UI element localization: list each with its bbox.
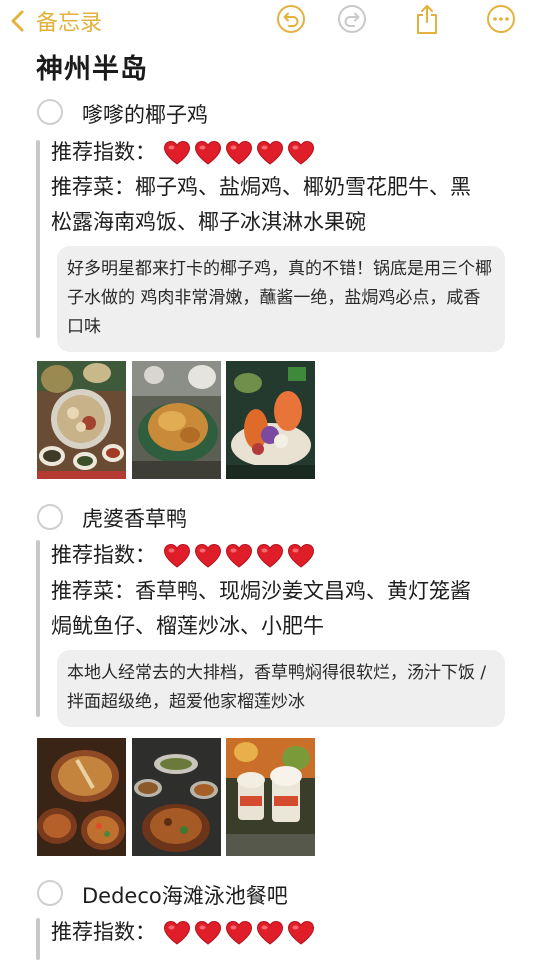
- redo-icon: [338, 5, 366, 33]
- heart-icon: [256, 920, 283, 945]
- dish-line: 推荐菜：香草鸭、现焗沙姜文昌鸡、黄灯笼酱: [51, 579, 471, 603]
- rating-row[interactable]: 推荐指数：: [51, 538, 315, 573]
- checkbox[interactable]: [37, 504, 63, 530]
- food-photo[interactable]: [226, 738, 315, 856]
- more-button[interactable]: [485, 3, 517, 35]
- heart-icon: [194, 140, 221, 165]
- rating-row[interactable]: 推荐指数：: [51, 915, 315, 950]
- share-icon: [417, 5, 437, 34]
- restaurant-name[interactable]: 虎婆香草鸭: [82, 503, 187, 533]
- food-photo[interactable]: [132, 738, 221, 856]
- coconut-ice-cream-bowl-image: [226, 361, 315, 479]
- checkbox[interactable]: [37, 99, 63, 125]
- quote-bar: [36, 918, 40, 960]
- rating-hearts: [163, 543, 315, 569]
- undo-icon: [277, 5, 305, 33]
- salt-baked-chicken-image: [132, 361, 221, 479]
- more-icon: [487, 5, 515, 33]
- heart-icon: [163, 920, 190, 945]
- heart-icon: [225, 543, 252, 568]
- share-button[interactable]: [411, 3, 443, 35]
- restaurant-name[interactable]: 嗲嗲的椰子鸡: [82, 99, 208, 129]
- restaurant-name[interactable]: Dedeco海滩泳池餐吧: [82, 880, 288, 910]
- food-photo[interactable]: [226, 361, 315, 479]
- heart-icon: [287, 920, 314, 945]
- dish-list[interactable]: 推荐菜：椰子鸡、盐焗鸡、椰奶雪花肥牛、黑 松露海南鸡饭、椰子冰淇淋水果碗: [51, 170, 511, 240]
- heart-icon: [287, 543, 314, 568]
- herb-duck-table-image: [132, 738, 221, 856]
- rating-label: 推荐指数：: [51, 920, 156, 944]
- heart-icon: [225, 140, 252, 165]
- rating-label: 推荐指数：: [51, 140, 156, 164]
- redo-button[interactable]: [336, 3, 368, 35]
- dish-line: 推荐菜：椰子鸡、盐焗鸡、椰奶雪花肥牛、黑: [51, 175, 471, 199]
- chevron-left-icon: [11, 10, 24, 32]
- heart-icon: [163, 140, 190, 165]
- rating-hearts: [163, 920, 315, 946]
- heart-icon: [256, 140, 283, 165]
- coconut-chicken-hotpot-image: [37, 361, 126, 479]
- heart-icon: [225, 920, 252, 945]
- heart-icon: [194, 920, 221, 945]
- food-photo[interactable]: [37, 738, 126, 856]
- back-button[interactable]: 备忘录: [8, 4, 102, 38]
- durian-shaved-ice-image: [226, 738, 315, 856]
- heart-icon: [194, 543, 221, 568]
- dish-line: 焗鱿鱼仔、榴莲炒冰、小肥牛: [51, 614, 324, 638]
- rating-label: 推荐指数：: [51, 543, 156, 567]
- food-photo[interactable]: [37, 361, 126, 479]
- heart-icon: [287, 140, 314, 165]
- undo-button[interactable]: [275, 3, 307, 35]
- dish-line: 松露海南鸡饭、椰子冰淇淋水果碗: [51, 210, 366, 234]
- rating-hearts: [163, 140, 315, 166]
- quote-bar: [36, 140, 40, 338]
- rating-row[interactable]: 推荐指数：: [51, 135, 315, 170]
- back-label: 备忘录: [36, 11, 103, 36]
- heart-icon: [163, 543, 190, 568]
- checkbox[interactable]: [37, 880, 63, 906]
- comment-box[interactable]: 本地人经常去的大排档，香草鸭焖得很软烂，汤汁下饭 / 拌面超级绝，超爱他家榴莲炒…: [57, 650, 505, 727]
- claypot-dishes-image: [37, 738, 126, 856]
- quote-bar: [36, 540, 40, 717]
- dish-list[interactable]: 推荐菜：香草鸭、现焗沙姜文昌鸡、黄灯笼酱 焗鱿鱼仔、榴莲炒冰、小肥牛: [51, 574, 511, 644]
- comment-box[interactable]: 好多明星都来打卡的椰子鸡，真的不错！锅底是用三个椰子水做的 鸡肉非常滑嫩，蘸酱一…: [57, 246, 505, 352]
- food-photo[interactable]: [132, 361, 221, 479]
- note-title[interactable]: 神州半岛: [36, 47, 148, 86]
- heart-icon: [256, 543, 283, 568]
